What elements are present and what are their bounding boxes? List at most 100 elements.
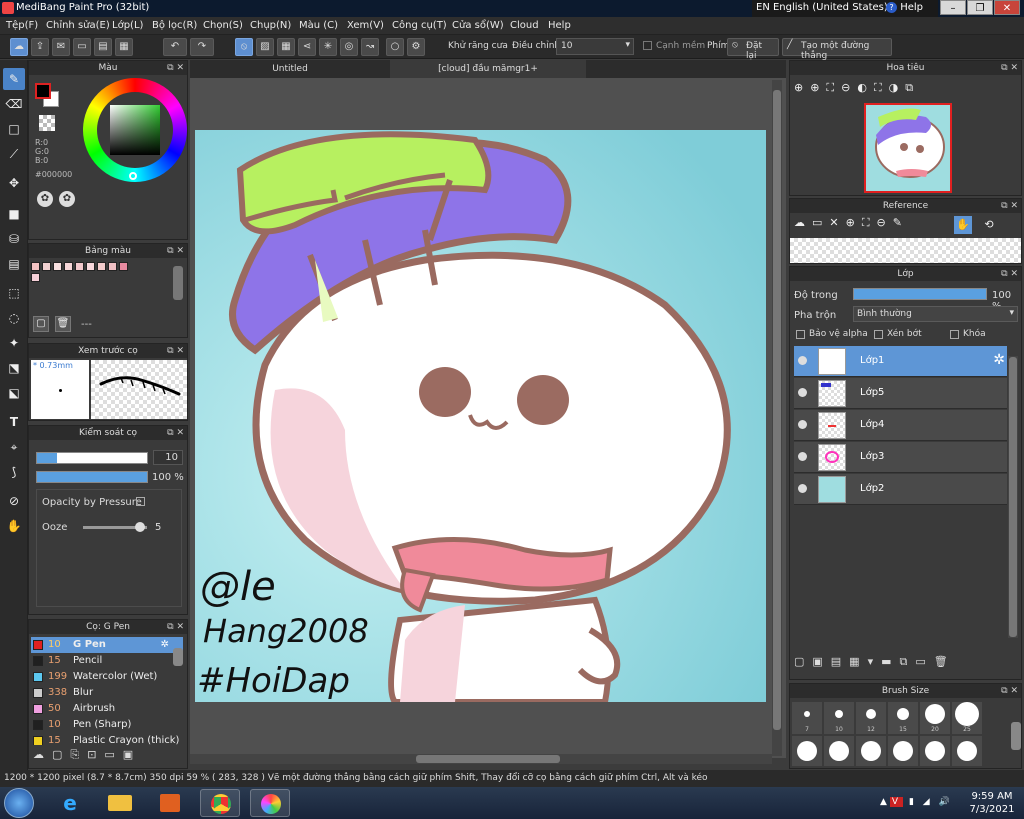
soft-edge-checkbox[interactable] <box>643 41 652 50</box>
menu-capture[interactable]: Chụp(N) <box>250 20 291 31</box>
radial-icon[interactable]: ✳ <box>319 38 337 56</box>
eye-icon[interactable] <box>798 356 807 365</box>
brush-size-scrollbar[interactable] <box>1011 722 1021 750</box>
panel-close-icon[interactable]: ⧉ ✕ <box>1001 267 1018 281</box>
palette-swatch[interactable] <box>75 262 84 271</box>
create-line-button[interactable]: ╱ Tạo một đường thẳng <box>782 38 892 61</box>
hatch-icon[interactable]: ▨ <box>256 38 274 56</box>
comment-icon[interactable]: ✉ <box>52 38 70 56</box>
document-icon[interactable]: ▤ <box>94 38 112 56</box>
brush-list-item[interactable]: 15 Pencil <box>31 653 183 669</box>
palette-swatch[interactable] <box>64 262 73 271</box>
brush-size-slider[interactable] <box>36 452 148 464</box>
layer-row[interactable]: Lớp2 <box>794 474 1007 505</box>
chrome-icon[interactable] <box>200 789 240 817</box>
navigator-thumbnail[interactable] <box>864 103 952 193</box>
panel-close-icon[interactable]: ⧉ ✕ <box>167 426 184 440</box>
eyedropper-tool-icon[interactable]: ⊘ <box>3 490 25 512</box>
brush-size-option[interactable] <box>824 736 854 766</box>
brush-size-option[interactable]: 12 <box>856 702 886 734</box>
brush-size-option[interactable]: 25 <box>952 702 982 734</box>
menu-file[interactable]: Tệp(F) <box>6 20 38 31</box>
concentric-icon[interactable]: ◎ <box>340 38 358 56</box>
text-tool-icon[interactable]: T <box>3 411 25 433</box>
close-button[interactable]: ✕ <box>994 0 1020 15</box>
adjust-select[interactable]: 10 ▾ <box>556 38 634 55</box>
menu-color[interactable]: Màu (C) <box>299 20 338 31</box>
brush-list-scrollbar[interactable] <box>173 648 183 666</box>
palette-swatch[interactable] <box>31 262 40 271</box>
reference-image-area[interactable] <box>790 238 1021 263</box>
brush-list-item[interactable]: 50 Airbrush <box>31 701 183 717</box>
brush-size-option[interactable]: 7 <box>792 702 822 734</box>
line-tool-icon[interactable]: ⟋ <box>3 143 25 165</box>
brush-list-item[interactable]: 338 Blur <box>31 685 183 701</box>
palette-swatch[interactable] <box>42 262 51 271</box>
hand-icon[interactable]: ✋ <box>954 216 972 234</box>
cloud-icon[interactable]: ☁ <box>10 38 28 56</box>
foreground-color-swatch[interactable] <box>35 83 51 99</box>
maximize-button[interactable]: ❐ <box>967 0 993 15</box>
gear-icon[interactable]: ✲ <box>161 637 169 653</box>
medibang-icon[interactable] <box>250 789 290 817</box>
new-swatch-icon[interactable]: ▢ <box>33 316 49 332</box>
circle-icon[interactable]: ○ <box>386 38 404 56</box>
menu-select[interactable]: Chọn(S) <box>203 20 243 31</box>
layer-actions[interactable]: ▢▣▤▦▾▬⧉▭🗑 <box>794 655 956 669</box>
brush-size-option[interactable]: 15 <box>888 702 918 734</box>
menu-window[interactable]: Cửa sổ(W) <box>452 20 504 31</box>
layer-row[interactable]: Lớp5 <box>794 378 1007 409</box>
eye-icon[interactable] <box>798 484 807 493</box>
menu-layer[interactable]: Lớp(L) <box>112 20 143 31</box>
palette-swatch[interactable] <box>97 262 106 271</box>
hand-tool-icon[interactable]: ✋ <box>3 515 25 537</box>
panel-close-icon[interactable]: ⧉ ✕ <box>167 244 184 258</box>
folder-icon[interactable] <box>100 789 140 817</box>
start-button[interactable] <box>4 788 34 818</box>
clock[interactable]: 9:59 AM 7/3/2021 <box>962 790 1022 816</box>
help-link[interactable]: ? Help <box>886 2 923 13</box>
brush-list-item[interactable]: 10 G Pen ✲ <box>31 637 183 653</box>
brush-size-field[interactable]: 10 <box>153 450 183 465</box>
brush-tool-icon[interactable]: ✎ <box>3 68 25 90</box>
hue-handle[interactable] <box>129 172 137 180</box>
eraser-tool-icon[interactable]: ⌫ <box>3 93 25 115</box>
shape-tool-icon[interactable]: □ <box>3 118 25 140</box>
panel-close-icon[interactable]: ⧉ ✕ <box>1001 684 1018 698</box>
panel-close-icon[interactable]: ⧉ ✕ <box>167 620 184 634</box>
gear-icon[interactable]: ✲ <box>993 352 1005 368</box>
brush-list-actions[interactable]: ☁▢⎘⊡▭▣ <box>33 748 141 762</box>
ie-icon[interactable]: e <box>50 789 90 817</box>
menu-edit[interactable]: Chỉnh sửa(E) <box>46 20 110 31</box>
select-pen-tool-icon[interactable]: ⬔ <box>3 357 25 379</box>
no-select-icon[interactable]: ⦸ <box>235 38 253 56</box>
divide-tool-icon[interactable]: ⌖ <box>3 436 25 458</box>
clipping-checkbox[interactable] <box>874 330 883 339</box>
panel-close-icon[interactable]: ⧉ ✕ <box>1001 199 1018 213</box>
palette-swatch[interactable] <box>108 262 117 271</box>
tray-icons[interactable]: ▲ V ▮ ◢ 🔊 <box>880 797 953 807</box>
brush-opacity-slider[interactable] <box>36 471 148 483</box>
ooze-slider[interactable] <box>83 522 147 532</box>
settings-icon[interactable]: ⚙ <box>407 38 425 56</box>
brush-size-option[interactable]: 10 <box>824 702 854 734</box>
redo-icon[interactable]: ↷ <box>190 38 214 56</box>
palette-scrollbar[interactable] <box>173 266 183 300</box>
panel-close-icon[interactable]: ⧉ ✕ <box>167 344 184 358</box>
palette-swatch[interactable] <box>53 262 62 271</box>
menu-filter[interactable]: Bộ lọc(R) <box>152 20 197 31</box>
menu-help[interactable]: Help <box>548 20 571 31</box>
undo-icon[interactable]: ↶ <box>163 38 187 56</box>
layer-row[interactable]: Lớp3 <box>794 442 1007 473</box>
navigator-tools[interactable]: ⊕⊕⛶⊖◐⛶◑⧉ <box>794 81 920 95</box>
rotate-icon[interactable]: ⟲ <box>980 216 998 234</box>
brush-list-item[interactable]: 15 Plastic Crayon (thick) <box>31 733 183 745</box>
gradient-tool-icon[interactable]: ▤ <box>3 253 25 275</box>
upload-icon[interactable]: ⇪ <box>31 38 49 56</box>
language-label[interactable]: EN English (United States) <box>756 2 888 13</box>
brush-size-option[interactable]: 20 <box>920 702 950 734</box>
bucket-tool-icon[interactable]: ⛁ <box>3 228 25 250</box>
lasso-tool-icon[interactable]: ◌ <box>3 307 25 329</box>
grid-icon[interactable]: ▦ <box>277 38 295 56</box>
vertical-scrollbar[interactable] <box>772 80 782 756</box>
